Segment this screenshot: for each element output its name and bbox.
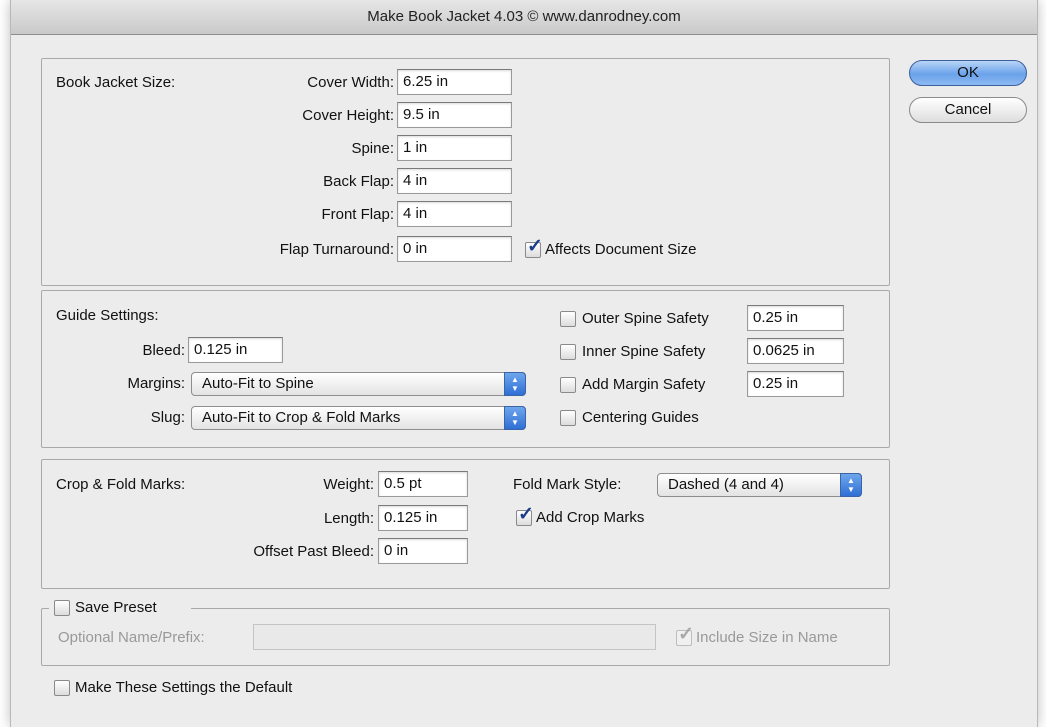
offset-past-bleed-label: Offset Past Bleed: bbox=[253, 543, 374, 560]
checkmark-icon: ✓ bbox=[678, 624, 694, 645]
popup-arrows-icon: ▲ ▼ bbox=[504, 372, 526, 396]
margins-label: Margins: bbox=[127, 375, 185, 392]
bleed-label: Bleed: bbox=[142, 342, 185, 359]
save-preset-checkbox[interactable] bbox=[54, 600, 70, 616]
back-flap-field[interactable]: 4 in bbox=[397, 168, 512, 194]
outer-spine-safety-checkbox[interactable] bbox=[560, 311, 576, 327]
add-crop-marks-label: Add Crop Marks bbox=[536, 509, 645, 526]
flap-turnaround-label: Flap Turnaround: bbox=[279, 241, 394, 258]
flap-turnaround-field[interactable]: 0 in bbox=[397, 236, 512, 262]
save-preset-label: Save Preset bbox=[75, 599, 157, 616]
length-label: Length: bbox=[323, 510, 374, 527]
add-margin-safety-checkbox[interactable] bbox=[560, 377, 576, 393]
inner-spine-safety-label: Inner Spine Safety bbox=[582, 343, 706, 360]
slug-label: Slug: bbox=[150, 409, 185, 426]
guide-settings-heading: Guide Settings: bbox=[56, 307, 159, 324]
weight-label: Weight: bbox=[323, 476, 374, 493]
fold-mark-style-label: Fold Mark Style: bbox=[513, 476, 622, 493]
centering-guides-label: Centering Guides bbox=[582, 409, 699, 426]
ok-button[interactable]: OK bbox=[909, 60, 1027, 86]
bleed-field[interactable]: 0.125 in bbox=[188, 337, 283, 363]
inner-spine-safety-checkbox[interactable] bbox=[560, 344, 576, 360]
cover-width-label: Cover Width: bbox=[307, 74, 394, 91]
book-jacket-size-heading: Book Jacket Size: bbox=[56, 74, 176, 91]
optional-name-prefix-field[interactable] bbox=[253, 624, 656, 650]
outer-spine-safety-field[interactable]: 0.25 in bbox=[747, 305, 844, 331]
cover-width-field[interactable]: 6.25 in bbox=[397, 69, 512, 95]
cover-height-label: Cover Height: bbox=[302, 107, 394, 124]
crop-fold-marks-heading: Crop & Fold Marks: bbox=[56, 476, 186, 493]
slug-popup-value: Auto-Fit to Crop & Fold Marks bbox=[202, 409, 401, 426]
back-flap-label: Back Flap: bbox=[323, 173, 394, 190]
margins-popup-value: Auto-Fit to Spine bbox=[202, 375, 314, 392]
include-size-in-name-label: Include Size in Name bbox=[696, 629, 838, 646]
affects-document-size-label: Affects Document Size bbox=[545, 241, 697, 258]
checkmark-icon: ✓ bbox=[527, 236, 543, 257]
weight-field[interactable]: 0.5 pt bbox=[378, 471, 468, 497]
spine-label: Spine: bbox=[351, 140, 394, 157]
include-size-in-name-checkbox[interactable]: ✓ bbox=[676, 625, 694, 646]
popup-arrows-icon: ▲ ▼ bbox=[840, 473, 862, 497]
add-crop-marks-checkbox[interactable]: ✓ bbox=[516, 505, 534, 526]
window-title: Make Book Jacket 4.03 © www.danrodney.co… bbox=[11, 0, 1037, 35]
cancel-button[interactable]: Cancel bbox=[909, 97, 1027, 123]
slug-popup[interactable]: Auto-Fit to Crop & Fold Marks ▲ ▼ bbox=[191, 406, 526, 430]
fold-mark-style-value: Dashed (4 and 4) bbox=[668, 476, 784, 493]
checkmark-icon: ✓ bbox=[518, 504, 534, 525]
inner-spine-safety-field[interactable]: 0.0625 in bbox=[747, 338, 844, 364]
spine-field[interactable]: 1 in bbox=[397, 135, 512, 161]
margins-popup[interactable]: Auto-Fit to Spine ▲ ▼ bbox=[191, 372, 526, 396]
optional-name-prefix-label: Optional Name/Prefix: bbox=[58, 629, 205, 646]
length-field[interactable]: 0.125 in bbox=[378, 505, 468, 531]
affects-document-size-checkbox[interactable]: ✓ bbox=[525, 237, 543, 258]
dialog-window: Make Book Jacket 4.03 © www.danrodney.co… bbox=[10, 0, 1038, 727]
make-default-label: Make These Settings the Default bbox=[75, 679, 293, 696]
add-margin-safety-label: Add Margin Safety bbox=[582, 376, 706, 393]
fold-mark-style-popup[interactable]: Dashed (4 and 4) ▲ ▼ bbox=[657, 473, 862, 497]
centering-guides-checkbox[interactable] bbox=[560, 410, 576, 426]
outer-spine-safety-label: Outer Spine Safety bbox=[582, 310, 709, 327]
cover-height-field[interactable]: 9.5 in bbox=[397, 102, 512, 128]
popup-arrows-icon: ▲ ▼ bbox=[504, 406, 526, 430]
make-default-checkbox[interactable] bbox=[54, 680, 70, 696]
front-flap-label: Front Flap: bbox=[321, 206, 394, 223]
add-margin-safety-field[interactable]: 0.25 in bbox=[747, 371, 844, 397]
offset-past-bleed-field[interactable]: 0 in bbox=[378, 538, 468, 564]
front-flap-field[interactable]: 4 in bbox=[397, 201, 512, 227]
